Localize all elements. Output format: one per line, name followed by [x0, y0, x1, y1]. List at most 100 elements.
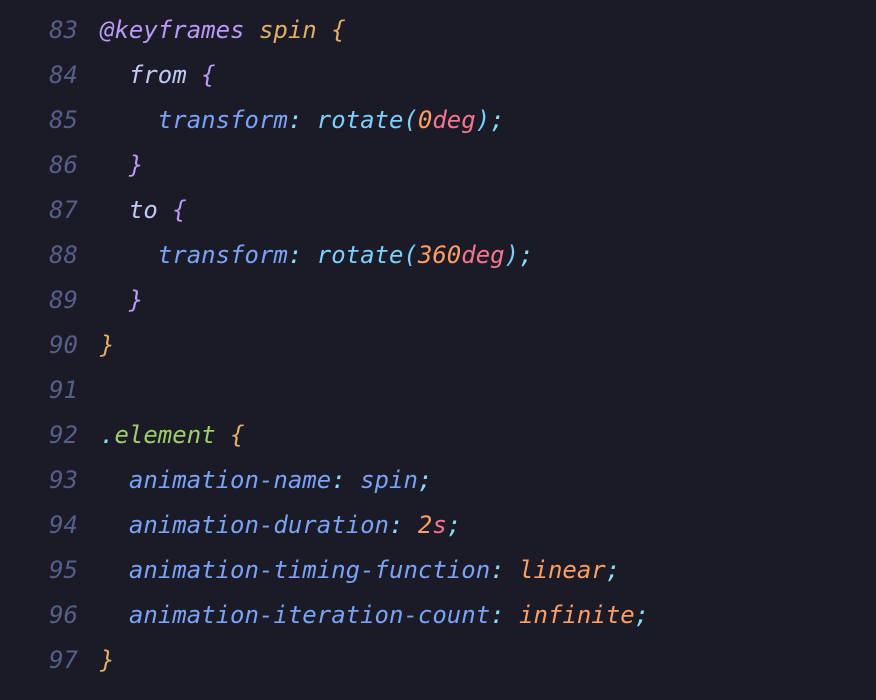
code-token: ;	[418, 466, 432, 494]
code-editor[interactable]: 838485868788899091929394959697 @keyframe…	[0, 0, 876, 700]
indent	[100, 601, 129, 629]
code-line[interactable]: transform: rotate(360deg);	[100, 233, 876, 278]
code-line[interactable]: animation-duration: 2s;	[100, 503, 876, 548]
indent	[100, 241, 158, 269]
code-token	[403, 511, 417, 539]
code-token: }	[100, 646, 114, 674]
code-line[interactable]: animation-iteration-count: infinite;	[100, 593, 876, 638]
code-token: {	[201, 61, 215, 89]
code-line[interactable]: }	[100, 143, 876, 188]
code-token	[158, 196, 172, 224]
code-token: @keyframes	[100, 16, 245, 44]
code-token: ;	[606, 556, 620, 584]
code-token	[302, 106, 316, 134]
code-token: :	[490, 601, 504, 629]
code-token: {	[172, 196, 186, 224]
code-line[interactable]: to {	[100, 188, 876, 233]
code-token: :	[288, 106, 302, 134]
code-token: transform	[158, 241, 288, 269]
indent	[100, 151, 129, 179]
line-number: 89	[0, 278, 78, 323]
code-token: ;	[519, 241, 533, 269]
code-line[interactable]: transform: rotate(0deg);	[100, 98, 876, 143]
code-token: (	[403, 241, 417, 269]
indent	[100, 106, 158, 134]
code-token	[187, 61, 201, 89]
code-line[interactable]	[100, 368, 876, 413]
indent	[100, 466, 129, 494]
line-number: 87	[0, 188, 78, 233]
line-number: 97	[0, 638, 78, 683]
code-token	[216, 421, 230, 449]
code-token: )	[476, 106, 490, 134]
indent	[100, 61, 129, 89]
indent	[100, 556, 129, 584]
code-token: ;	[635, 601, 649, 629]
code-token: 360	[418, 241, 461, 269]
code-line[interactable]: from {	[100, 53, 876, 98]
code-token: element	[114, 421, 215, 449]
line-number: 92	[0, 413, 78, 458]
code-token: animation-name	[129, 466, 331, 494]
code-token: {	[331, 16, 345, 44]
code-token	[302, 241, 316, 269]
code-line[interactable]: @keyframes spin {	[100, 8, 876, 53]
code-token: }	[129, 286, 143, 314]
code-token: 2	[418, 511, 432, 539]
code-token: {	[230, 421, 244, 449]
code-token	[317, 16, 331, 44]
code-token: .	[100, 421, 114, 449]
line-number: 95	[0, 548, 78, 593]
line-number: 85	[0, 98, 78, 143]
line-number: 88	[0, 233, 78, 278]
code-token	[505, 601, 519, 629]
line-number: 90	[0, 323, 78, 368]
line-number: 86	[0, 143, 78, 188]
code-line[interactable]: }	[100, 323, 876, 368]
code-token: 0	[418, 106, 432, 134]
code-token: spin	[360, 466, 418, 494]
line-number: 83	[0, 8, 78, 53]
code-token: }	[129, 151, 143, 179]
code-line[interactable]: }	[100, 278, 876, 323]
line-number: 93	[0, 458, 78, 503]
code-token: infinite	[519, 601, 635, 629]
indent	[100, 286, 129, 314]
indent	[100, 196, 129, 224]
code-token: rotate	[317, 241, 404, 269]
code-line[interactable]: .element {	[100, 413, 876, 458]
code-token: ;	[490, 106, 504, 134]
line-number: 84	[0, 53, 78, 98]
code-token: (	[403, 106, 417, 134]
code-token: :	[288, 241, 302, 269]
code-token: deg	[432, 106, 475, 134]
code-token: from	[129, 61, 187, 89]
code-area[interactable]: @keyframes spin { from { transform: rota…	[100, 0, 876, 700]
code-token: :	[331, 466, 345, 494]
code-token: )	[505, 241, 519, 269]
code-token: animation-iteration-count	[129, 601, 490, 629]
code-line[interactable]: animation-name: spin;	[100, 458, 876, 503]
line-number-gutter: 838485868788899091929394959697	[0, 0, 100, 700]
code-token: }	[100, 331, 114, 359]
code-token: animation-timing-function	[129, 556, 490, 584]
code-token: rotate	[317, 106, 404, 134]
code-token	[346, 466, 360, 494]
line-number: 91	[0, 368, 78, 413]
code-token: ;	[447, 511, 461, 539]
code-token: linear	[519, 556, 606, 584]
code-token: deg	[461, 241, 504, 269]
code-token: s	[432, 511, 446, 539]
code-token	[505, 556, 519, 584]
indent	[100, 511, 129, 539]
code-token: animation-duration	[129, 511, 389, 539]
line-number: 94	[0, 503, 78, 548]
code-token: spin	[259, 16, 317, 44]
code-token	[245, 16, 259, 44]
code-token: :	[389, 511, 403, 539]
code-token: :	[490, 556, 504, 584]
code-line[interactable]: animation-timing-function: linear;	[100, 548, 876, 593]
code-token: transform	[158, 106, 288, 134]
code-line[interactable]: }	[100, 638, 876, 683]
code-token: to	[129, 196, 158, 224]
